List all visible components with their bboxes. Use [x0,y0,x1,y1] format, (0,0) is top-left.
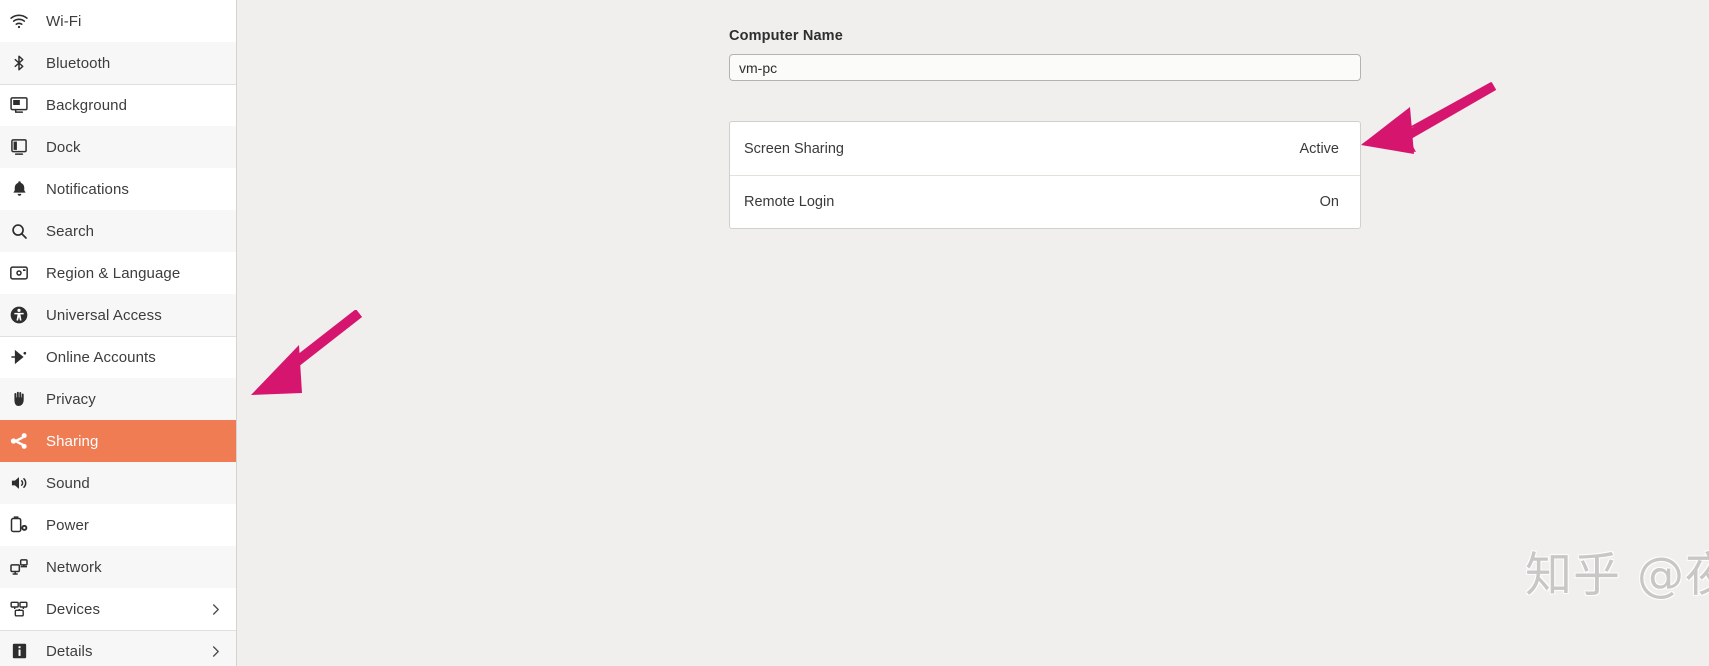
computer-name-input[interactable] [729,54,1361,81]
computer-name-label: Computer Name [729,28,843,44]
arrow-pointing-to-screen-sharing-status [1361,82,1497,154]
sidebar-item-label: Power [46,516,90,534]
sidebar-item-wi-fi[interactable]: Wi-Fi [0,0,236,42]
dock-icon [8,136,30,158]
remote-login-label: Remote Login [744,194,835,210]
sidebar-item-label: Bluetooth [46,54,111,72]
sidebar-item-notifications[interactable]: Notifications [0,168,236,210]
sharing-icon [8,430,30,452]
sidebar-item-label: Search [46,222,95,240]
wifi-icon [8,10,30,32]
chevron-right-icon [208,602,222,616]
sidebar-item-sound[interactable]: Sound [0,462,236,504]
remote-login-row[interactable]: Remote Login On [730,175,1360,228]
details-info-icon [8,640,30,662]
settings-window: Wi-Fi Bluetooth Background Dock Notification… [0,0,1709,666]
sidebar-item-label: Background [46,96,128,114]
bell-icon [8,178,30,200]
sidebar-item-label: Sound [46,474,90,492]
sidebar-item-privacy[interactable]: Privacy [0,378,236,420]
sharing-panel: Computer Name Screen Sharing Active Remo… [237,0,1709,666]
sidebar-item-label: Online Accounts [46,348,156,366]
sidebar-item-label: Dock [46,138,81,156]
screen-sharing-row[interactable]: Screen Sharing Active [730,122,1360,175]
sidebar-item-label: Details [46,642,93,660]
sidebar-item-network[interactable]: Network [0,546,236,588]
remote-login-status: On [1319,194,1339,210]
sharing-options-card: Screen Sharing Active Remote Login On [729,121,1361,229]
accessibility-icon [8,304,30,326]
sidebar-item-power[interactable]: Power [0,504,236,546]
chevron-right-icon [208,644,222,658]
sidebar-item-label: Notifications [46,180,130,198]
sidebar-item-label: Privacy [46,390,96,408]
power-battery-icon [8,514,30,536]
sidebar-item-bluetooth[interactable]: Bluetooth [0,42,236,84]
devices-icon [8,598,30,620]
sidebar-item-label: Wi-Fi [46,12,82,30]
sidebar-item-region-language[interactable]: Region & Language [0,252,236,294]
screen-sharing-label: Screen Sharing [744,140,844,157]
sidebar-item-label: Region & Language [46,264,181,282]
sidebar-item-background[interactable]: Background [0,84,236,126]
background-icon [8,94,30,116]
sidebar-item-search[interactable]: Search [0,210,236,252]
screen-sharing-status: Active [1299,140,1340,157]
sidebar-item-universal-access[interactable]: Universal Access [0,294,236,336]
sound-icon [8,472,30,494]
sidebar-item-details[interactable]: Details [0,630,236,666]
settings-sidebar: Wi-Fi Bluetooth Background Dock Notification… [0,0,237,666]
sidebar-item-sharing[interactable]: Sharing [0,420,236,462]
bluetooth-icon [8,52,30,74]
sidebar-item-label: Network [46,558,102,576]
sidebar-item-label: Universal Access [46,306,162,324]
sidebar-item-label: Devices [46,600,101,618]
sidebar-item-dock[interactable]: Dock [0,126,236,168]
sidebar-item-devices[interactable]: Devices [0,588,236,630]
sidebar-item-label: Sharing [46,432,99,450]
online-accounts-icon [8,346,30,368]
sidebar-item-online-accounts[interactable]: Online Accounts [0,336,236,378]
privacy-hand-icon [8,388,30,410]
network-icon [8,556,30,578]
site-watermark: 知乎 @夜行书生 [1525,548,1709,603]
region-language-icon [8,262,30,284]
search-icon [8,220,30,242]
sharing-content: Computer Name Screen Sharing Active Remo… [729,0,1361,229]
arrow-pointing-to-sharing-sidebar-item [251,310,363,395]
